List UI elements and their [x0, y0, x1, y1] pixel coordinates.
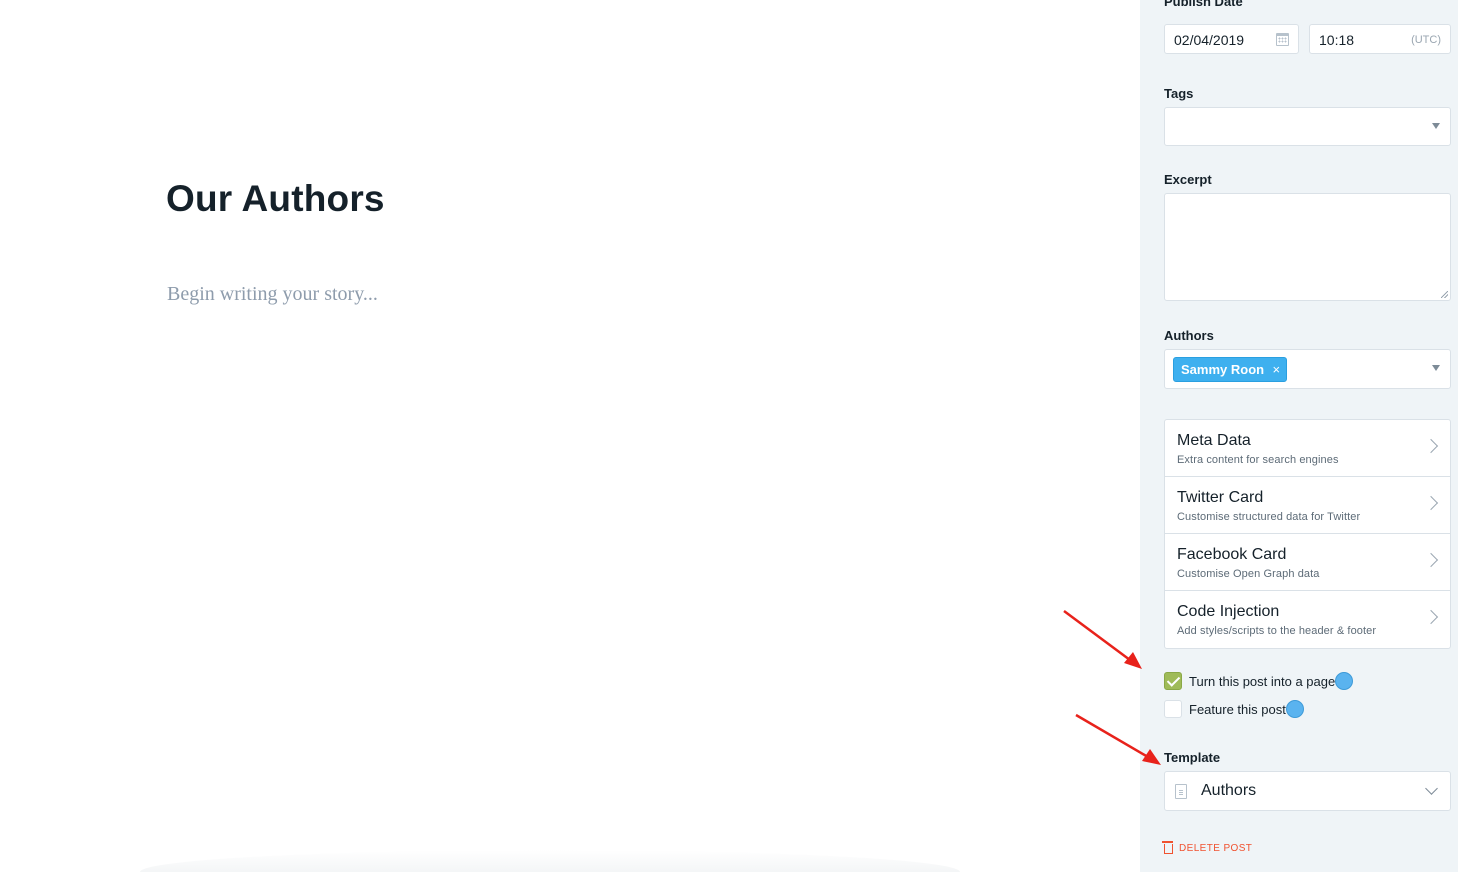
menu-item-title: Facebook Card [1177, 546, 1287, 563]
menu-item-description: Extra content for search engines [1177, 454, 1339, 466]
tags-label: Tags [1164, 86, 1194, 101]
template-value: Authors [1201, 782, 1257, 799]
chevron-right-icon [1423, 438, 1439, 454]
author-chip-label: Sammy Roon [1181, 362, 1265, 377]
publish-time-input[interactable]: 10:18 (UTC) [1309, 24, 1451, 54]
editor-pane: Our Authors Begin writing your story... [0, 0, 1140, 872]
menu-item-twitter-card[interactable]: Twitter Card Customise structured data f… [1165, 477, 1450, 534]
menu-item-title: Twitter Card [1177, 489, 1264, 506]
document-icon [1175, 784, 1187, 799]
chevron-right-icon [1423, 609, 1439, 625]
publish-date-label: Publish Date [1164, 0, 1243, 9]
menu-item-description: Customise Open Graph data [1177, 568, 1320, 580]
dropdown-caret-icon [1432, 123, 1440, 129]
publish-time-value: 10:18 [1319, 32, 1355, 48]
publish-date-value: 02/04/2019 [1174, 32, 1245, 48]
menu-item-title: Meta Data [1177, 432, 1251, 449]
story-placeholder[interactable]: Begin writing your story... [167, 283, 378, 306]
authors-select[interactable]: Sammy Roon × [1164, 349, 1451, 389]
excerpt-textarea[interactable] [1164, 193, 1451, 301]
remove-icon[interactable]: × [1272, 358, 1280, 381]
page-toggle-checkbox[interactable] [1164, 672, 1182, 690]
feature-toggle-row: Feature this post [1164, 699, 1304, 719]
publish-date-input[interactable]: 02/04/2019 [1164, 24, 1299, 54]
help-dot-icon[interactable] [1285, 700, 1304, 718]
menu-item-description: Add styles/scripts to the header & foote… [1177, 625, 1377, 637]
template-select[interactable]: Authors [1164, 771, 1451, 811]
dropdown-caret-icon [1432, 365, 1440, 371]
resize-handle-icon[interactable] [1441, 291, 1448, 298]
calendar-icon[interactable] [1276, 33, 1289, 46]
post-title[interactable]: Our Authors [166, 178, 385, 220]
help-dot-icon[interactable] [1335, 672, 1354, 690]
tags-select[interactable] [1164, 107, 1451, 146]
authors-label: Authors [1164, 328, 1214, 343]
menu-item-facebook-card[interactable]: Facebook Card Customise Open Graph data [1165, 534, 1450, 591]
feature-checkbox[interactable] [1164, 700, 1182, 718]
menu-item-meta-data[interactable]: Meta Data Extra content for search engin… [1165, 420, 1450, 477]
template-label: Template [1164, 750, 1221, 765]
editor-bottom-shadow [140, 850, 960, 872]
author-chip[interactable]: Sammy Roon × [1173, 357, 1288, 382]
feature-label[interactable]: Feature this post [1189, 702, 1286, 717]
chevron-right-icon [1423, 495, 1439, 511]
chevron-right-icon [1423, 552, 1439, 568]
menu-item-code-injection[interactable]: Code Injection Add styles/scripts to the… [1165, 591, 1450, 648]
page-toggle-row: Turn this post into a page [1164, 671, 1354, 691]
trash-icon [1162, 840, 1173, 854]
menu-item-title: Code Injection [1177, 603, 1280, 620]
page-toggle-label[interactable]: Turn this post into a page [1189, 674, 1335, 689]
menu-item-description: Customise structured data for Twitter [1177, 511, 1361, 523]
timezone-label: (UTC) [1411, 34, 1441, 46]
settings-menu-list: Meta Data Extra content for search engin… [1164, 419, 1451, 649]
chevron-down-icon [1425, 782, 1438, 795]
excerpt-label: Excerpt [1164, 172, 1212, 187]
delete-post-label: DELETE POST [1179, 843, 1253, 854]
post-settings-sidebar: Publish Date 02/04/2019 10:18 (UTC) Tags… [1140, 0, 1458, 872]
delete-post-button[interactable]: DELETE POST [1162, 840, 1253, 854]
